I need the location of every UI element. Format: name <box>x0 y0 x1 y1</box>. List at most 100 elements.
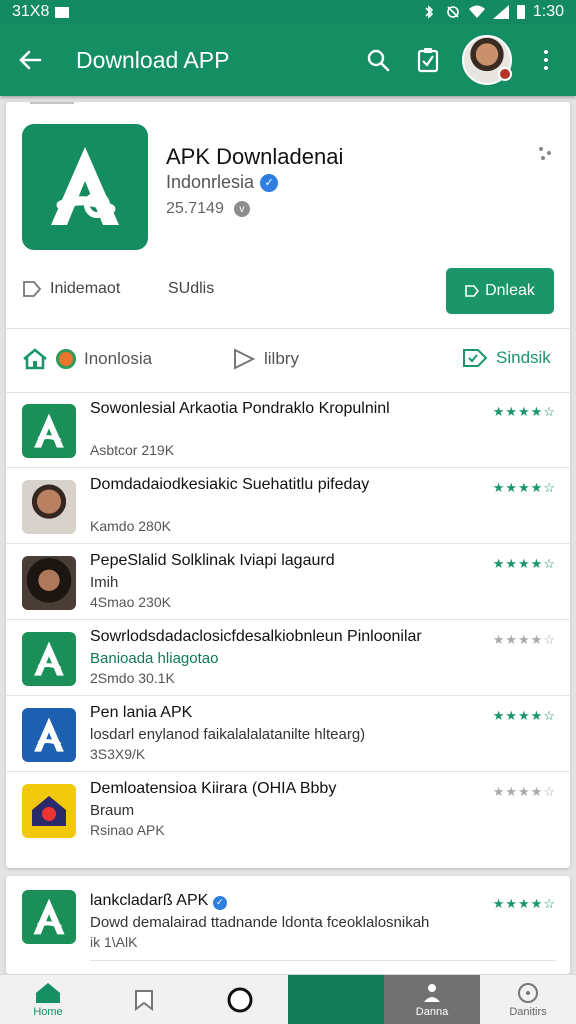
download-button[interactable]: Dnleak <box>446 268 554 314</box>
tag-check-icon <box>463 349 488 367</box>
nav-home-label: Home <box>33 1005 63 1018</box>
app-bar: Download APP <box>0 24 576 96</box>
bottom-nav: Home Danna Danitirs <box>0 974 576 1024</box>
search-button[interactable] <box>362 44 394 76</box>
app-detail-card: APK Downladenai Indonrlesia ✓ 25.7149 v … <box>6 102 570 868</box>
app-thumbnail <box>22 404 76 458</box>
list-item[interactable]: Pen lania APK losdarl enylanod faikalalal… <box>6 696 570 772</box>
rating-stars: ★★★★☆ <box>492 784 556 799</box>
status-bar: 31X8 1:30 <box>0 0 576 24</box>
app-size: 25.7149 <box>166 200 224 217</box>
tag-icon <box>23 281 42 297</box>
tag-chip-left[interactable]: Inidemaot <box>22 280 120 298</box>
nav-bookmarks[interactable] <box>96 975 192 1024</box>
tag-icon <box>234 348 256 370</box>
nav-downloads-label: Danna <box>415 1005 449 1018</box>
more-vert-icon[interactable] <box>530 44 562 76</box>
nav-details-label: Danitirs <box>509 1005 547 1018</box>
nav-center[interactable] <box>192 975 288 1024</box>
developer-name[interactable]: Indonrlesia <box>166 172 254 193</box>
app-title: lankcladarß APK ✓ <box>90 892 480 910</box>
app-thumbnail <box>22 632 76 686</box>
rating-stars: ★★★★☆ <box>492 556 556 571</box>
app-thumbnail <box>22 556 76 610</box>
wifi-icon <box>468 5 485 18</box>
app-thumbnail <box>22 784 76 838</box>
list-item[interactable]: PepeSlalid Solklinak Iviapi lagaurd Imih 4… <box>6 544 570 620</box>
status-time-left: 31X8 <box>12 3 50 20</box>
app-logo-icon <box>34 641 64 676</box>
tag-icon <box>465 285 480 297</box>
person-icon <box>424 983 440 1002</box>
profile-avatar[interactable] <box>462 35 512 85</box>
card-top-strip <box>30 102 74 104</box>
download-button-label: Dnleak <box>485 282 535 299</box>
page-title: Download APP <box>76 46 230 73</box>
filter-sort-label: Sindsik <box>496 348 551 367</box>
app-subtitle: Braum <box>90 802 135 819</box>
nav-details[interactable]: Danitirs <box>480 975 576 1024</box>
app-logo-icon <box>34 717 64 752</box>
divider <box>6 328 570 329</box>
app-title: Sowrlodsdadaclosicfdesalkiobnleun Pinloo… <box>90 628 422 645</box>
mail-icon <box>55 6 70 18</box>
arrow-left-icon <box>19 50 42 70</box>
rating-stars: ★★★★☆ <box>492 632 556 647</box>
app-meta: 4Smao 230K <box>90 594 171 610</box>
app-title-text: lankcladarß APK <box>90 892 209 909</box>
circle-icon <box>227 987 253 1012</box>
app-thumbnail <box>22 708 76 762</box>
filter-home-label: Inonlosia <box>84 349 153 368</box>
app-subtitle: Dowd demalairad ttadnande ldonta fceokla… <box>90 914 430 931</box>
tag-left-label: Inidemaot <box>50 280 121 297</box>
app-meta: ik 1\AlK <box>90 934 138 950</box>
battery-icon <box>516 5 525 19</box>
list-item[interactable]: Sowrlodsdadaclosicfdesalkiobnleun Pinloo… <box>6 620 570 696</box>
rating-stars: ★★★★☆ <box>492 896 556 911</box>
info-icon: v <box>233 201 250 217</box>
filter-library[interactable]: lilbry <box>232 348 299 370</box>
developer-row: Indonrlesia ✓ <box>166 172 279 193</box>
list-item[interactable]: Domdadaiodkesiakic Suehatitlu pifeday Kam… <box>6 468 570 544</box>
rating-stars: ★★★★☆ <box>492 480 556 495</box>
rating-stars: ★★★★☆ <box>492 708 556 723</box>
app-meta: Asbtcor 219K <box>90 442 175 458</box>
app-name: APK Downladenai <box>166 144 344 169</box>
list-item[interactable]: Sowonlesial Arkaotia Pondraklo Kropulnin… <box>6 392 570 468</box>
bluetooth-icon <box>425 5 433 19</box>
app-card-secondary[interactable]: lankcladarß APK ✓ Dowd demalairad ttadna… <box>6 876 570 974</box>
rating-stars: ★★★★☆ <box>492 404 556 419</box>
tag-chip-mid[interactable]: SUdlis <box>168 280 214 298</box>
verified-icon: ✓ <box>260 173 279 192</box>
app-meta: Kamdo 280K <box>90 518 171 534</box>
app-logo-icon <box>32 796 66 826</box>
region-badge-icon <box>56 349 76 369</box>
search-icon <box>367 49 390 72</box>
filter-sort[interactable]: Sindsik <box>462 348 551 368</box>
app-subtitle: losdarl enylanod faikalalalatanilte hlte… <box>90 726 366 743</box>
tag-mid-label: SUdlis <box>168 280 215 297</box>
app-logo-icon <box>34 413 64 448</box>
info-circle-icon <box>518 982 538 1003</box>
clipboard-button[interactable] <box>412 44 444 76</box>
app-thumbnail <box>22 480 76 534</box>
app-title: Domdadaiodkesiakic Suehatitlu pifeday <box>90 476 370 493</box>
filter-home[interactable]: Inonlosia <box>22 348 152 370</box>
filter-library-label: lilbry <box>264 349 299 368</box>
nav-tab-dark[interactable] <box>288 975 384 1024</box>
mute-icon <box>447 6 459 18</box>
divider <box>90 960 556 961</box>
home-icon <box>23 348 47 370</box>
app-title: Pen lania APK <box>90 704 193 721</box>
app-meta: Rsinao APK <box>90 822 165 838</box>
app-logo <box>22 124 148 250</box>
share-icon[interactable] <box>538 146 552 160</box>
nav-downloads[interactable]: Danna <box>384 975 480 1024</box>
verified-icon: ✓ <box>212 895 227 910</box>
nav-home[interactable]: Home <box>0 975 96 1024</box>
signal-icon <box>492 5 509 19</box>
list-item[interactable]: Demloatensioa Kiirara (OHIA Bbby Braum Rsi… <box>6 772 570 848</box>
app-logo-icon <box>33 898 65 935</box>
back-button[interactable] <box>0 24 60 96</box>
app-meta: 2Smdo 30.1K <box>90 670 175 686</box>
